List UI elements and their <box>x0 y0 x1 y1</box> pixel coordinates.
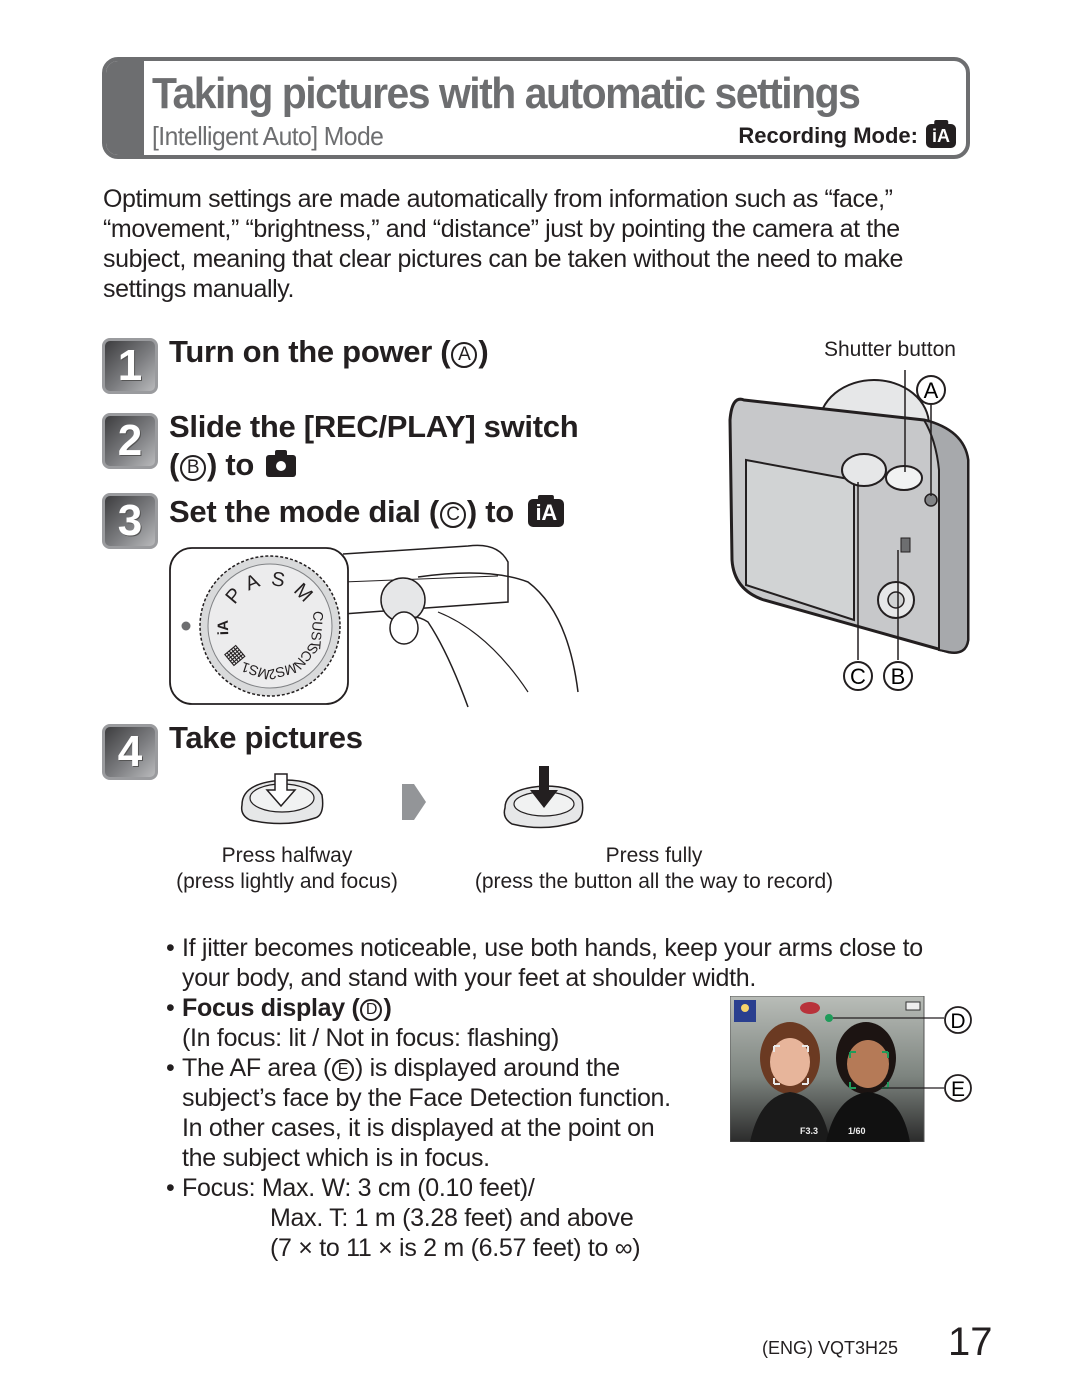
page-number: 17 <box>948 1320 993 1364</box>
note-jitter: • If jitter becomes noticeable, use both … <box>166 934 923 992</box>
step-2-title-line2: (B) to <box>169 447 297 483</box>
focus-indicator <box>825 1014 833 1022</box>
step-4-badge: 4 <box>102 724 158 780</box>
step-1-badge: 1 <box>102 338 158 394</box>
svg-text:B: B <box>891 664 906 689</box>
shutter-press-illustration <box>240 766 584 829</box>
hand-outline <box>417 572 579 693</box>
press-halfway-caption: Press halfway (press lightly and focus) <box>176 844 398 893</box>
svg-text:C: C <box>850 664 866 689</box>
intro-paragraph: Optimum settings are made automatically … <box>103 185 904 303</box>
camera-icon <box>266 450 297 477</box>
subject-right-face <box>847 1040 889 1088</box>
header-tab-accent <box>106 61 144 155</box>
shutter-speed-readout: 1/60 <box>848 1126 866 1136</box>
full-press-button <box>503 766 584 829</box>
marker-c: C <box>843 661 873 691</box>
intelligent-auto-icon: iA <box>926 124 956 148</box>
marker-a: A <box>451 342 478 368</box>
battery-icon <box>905 1001 921 1011</box>
aperture-readout: F3.3 <box>800 1126 818 1136</box>
lcd-screen-photo: F3.3 1/60 D E <box>730 996 972 1142</box>
marker-a: A <box>916 375 946 405</box>
halfway-press-button <box>240 773 324 825</box>
step-1-title: Turn on the power (A) <box>169 334 489 369</box>
recording-mode-label: Recording Mode: <box>738 123 918 148</box>
next-arrow-icon <box>402 784 426 820</box>
shutter-button <box>885 465 923 491</box>
page-subtitle: [Intelligent Auto] Mode <box>152 121 384 151</box>
note-focus-display: • Focus display (D) (In focus: lit / Not … <box>166 994 560 1052</box>
step-3-title: Set the mode dial (C) to iA <box>169 494 565 530</box>
intelligent-auto-icon: iA <box>528 499 565 527</box>
press-fully-caption: Press fully (press the button all the wa… <box>474 844 834 893</box>
marker-c: C <box>439 502 466 528</box>
camera-back-illustration: A C B <box>728 370 970 691</box>
note-focus-range: • Focus: Max. W: 3 cm (0.10 feet)/ Max. T… <box>166 1174 641 1262</box>
marker-d: D <box>360 999 383 1021</box>
mode-dial-illustration: PA S MCUSTSCNMS2MS1▦iA <box>169 544 579 708</box>
marker-b: B <box>883 661 913 691</box>
rec-play-switch <box>900 537 911 553</box>
page-title: Taking pictures with automatic settings <box>152 69 861 118</box>
svg-text:E: E <box>951 1078 965 1101</box>
mode-dial <box>841 453 887 487</box>
document-code: (ENG) VQT3H25 <box>762 1338 899 1358</box>
note-af-area: • The AF area (E) is displayed around the… <box>166 1054 671 1172</box>
recording-mode: Recording Mode: iA <box>738 123 956 149</box>
step-2-title-line1: Slide the [REC/PLAY] switch <box>169 409 579 444</box>
step-2-badge: 2 <box>102 413 158 469</box>
marker-e: E <box>331 1059 354 1081</box>
marker-b: B <box>180 455 207 481</box>
marker-e: E <box>944 1074 972 1102</box>
thumb <box>389 611 419 645</box>
section-header: Taking pictures with automatic settings … <box>102 57 970 159</box>
dial-indicator-dot <box>181 621 191 631</box>
shutter-button-label: Shutter button <box>824 338 956 361</box>
marker-d: D <box>944 1006 972 1034</box>
svg-text:D: D <box>950 1010 965 1033</box>
step-4-title: Take pictures <box>169 720 363 755</box>
svg-text:A: A <box>924 378 939 403</box>
step-3-badge: 3 <box>102 493 158 549</box>
dial-label-ia: iA <box>215 620 233 636</box>
